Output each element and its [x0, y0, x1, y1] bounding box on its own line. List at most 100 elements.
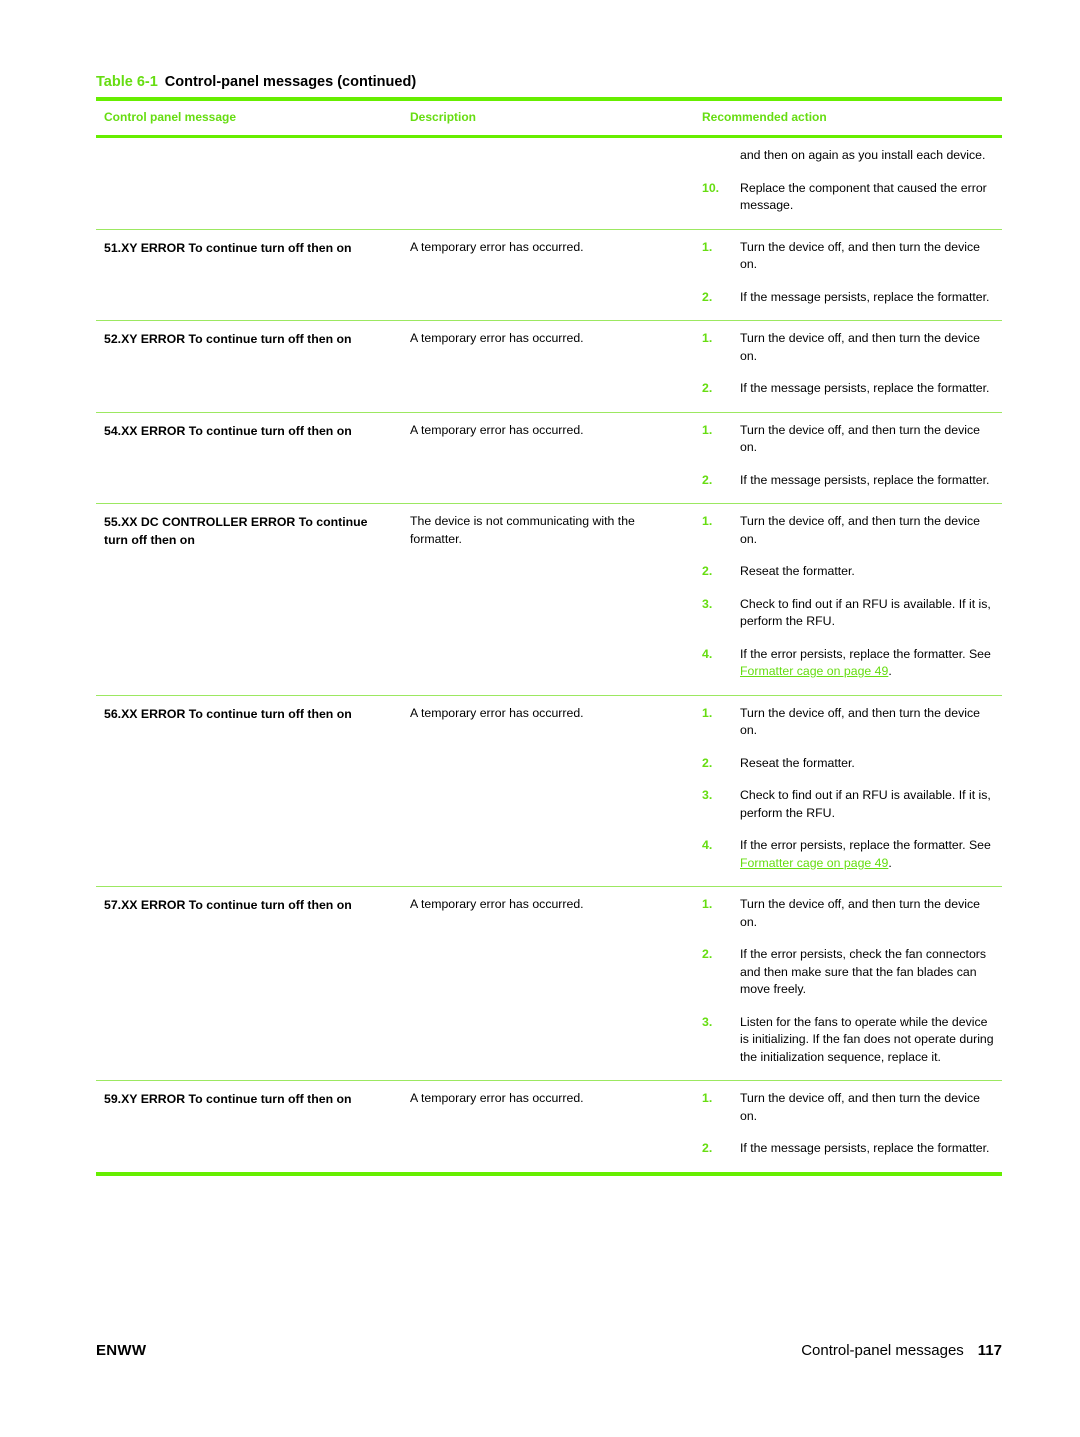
action-text: If the message persists, replace the for… [740, 472, 990, 487]
action-list-item: 2. If the message persists, replace the f… [702, 472, 994, 490]
action-list: 1. Turn the device off, and then turn the… [702, 705, 994, 873]
table-row: 56.XX ERROR To continue turn off then on… [96, 695, 1002, 887]
column-header-control-panel-message: Control panel message [96, 97, 402, 138]
action-list-item: 1. Turn the device off, and then turn the… [702, 422, 994, 457]
action-number: 2. [702, 472, 713, 487]
cell-recommended-action: 1. Turn the device off, and then turn the… [694, 503, 1002, 696]
action-list: 1. Turn the device off, and then turn the… [702, 1090, 994, 1158]
cell-recommended-action: 1. Turn the device off, and then turn the… [694, 412, 1002, 504]
table-row: 57.XX ERROR To continue turn off then on… [96, 886, 1002, 1081]
action-number: 2. [702, 564, 713, 578]
cell-description: A temporary error has occurred. [402, 229, 694, 321]
cell-control-panel-message: 52.XY ERROR To continue turn off then on [96, 320, 402, 413]
action-list-item: 3. Listen for the fans to operate while t… [702, 1014, 994, 1067]
action-text: Turn the device off, and then turn the d… [740, 514, 980, 546]
action-number: 4. [702, 646, 713, 661]
action-list-item: 4. If the error persists, replace the for… [702, 837, 994, 872]
action-text: Reseat the formatter. [740, 564, 855, 578]
action-text: If the message persists, replace the for… [740, 289, 990, 304]
cell-control-panel-message [96, 136, 402, 230]
action-text: Turn the device off, and then turn the d… [740, 897, 980, 929]
action-number: 3. [702, 788, 713, 802]
action-list: 1. Turn the device off, and then turn the… [702, 330, 994, 398]
cell-control-panel-message: 55.XX DC CONTROLLER ERROR To continue tu… [96, 503, 402, 696]
action-list-item: 1. Turn the device off, and then turn the… [702, 239, 994, 274]
cell-recommended-action: 1. Turn the device off, and then turn the… [694, 695, 1002, 887]
action-text: If the error persists, replace the forma… [740, 646, 991, 679]
action-list-item: 10. Replace the component that caused the… [702, 180, 994, 215]
action-text: If the message persists, replace the for… [740, 1141, 990, 1155]
action-text: If the error persists, replace the forma… [740, 838, 991, 870]
action-text: Turn the device off, and then turn the d… [740, 331, 980, 363]
table-row: 55.XX DC CONTROLLER ERROR To continue tu… [96, 503, 1002, 696]
cell-recommended-action: 1. Turn the device off, and then turn the… [694, 886, 1002, 1081]
cell-control-panel-message: 51.XY ERROR To continue turn off then on [96, 229, 402, 321]
table-header: Control panel message Description Recomm… [96, 97, 1002, 138]
cell-description: A temporary error has occurred. [402, 695, 694, 887]
table-row: 59.XY ERROR To continue turn off then on… [96, 1080, 1002, 1176]
cell-recommended-action: 1. Turn the device off, and then turn the… [694, 229, 1002, 321]
table-body: and then on again as you install each de… [96, 136, 1002, 1176]
action-list-item: 4. If the error persists, replace the for… [702, 646, 994, 681]
table-caption: Table 6-1 Control-panel messages (continu… [96, 72, 1002, 97]
cell-description: The device is not communicating with the… [402, 503, 694, 696]
action-text: Reseat the formatter. [740, 755, 855, 770]
cell-description: A temporary error has occurred. [402, 1080, 694, 1176]
action-text: Turn the device off, and then turn the d… [740, 1091, 980, 1123]
action-text: Check to find out if an RFU is available… [740, 596, 991, 629]
action-text: Listen for the fans to operate while the… [740, 1014, 994, 1064]
action-list: 1. Turn the device off, and then turn the… [702, 422, 994, 490]
cell-control-panel-message: 54.XX ERROR To continue turn off then on [96, 412, 402, 504]
cell-recommended-action: 1. Turn the device off, and then turn the… [694, 1080, 1002, 1176]
control-panel-messages-table: Control panel message Description Recomm… [96, 97, 1002, 1176]
action-number: 1. [702, 239, 713, 254]
action-list-item: 3. Check to find out if an RFU is availab… [702, 787, 994, 822]
action-text: Replace the component that caused the er… [740, 180, 987, 213]
action-list-item: 1. Turn the device off, and then turn the… [702, 513, 994, 548]
action-list-item: 2. Reseat the formatter. [702, 755, 994, 773]
table-caption-title: Control-panel messages (continued) [164, 74, 417, 90]
action-number: 1. [702, 705, 713, 720]
action-list-item: 2. Reseat the formatter. [702, 563, 994, 581]
cell-recommended-action: and then on again as you install each de… [694, 136, 1002, 230]
action-number: 1. [702, 422, 713, 437]
cross-reference-link[interactable]: Formatter cage on page 49 [740, 856, 888, 870]
action-text: If the message persists, replace the for… [740, 381, 990, 395]
action-list: 1. Turn the device off, and then turn the… [702, 513, 994, 681]
action-list-item: 1. Turn the device off, and then turn the… [702, 896, 994, 931]
action-number: 3. [702, 1014, 713, 1029]
cell-control-panel-message: 56.XX ERROR To continue turn off then on [96, 695, 402, 887]
cell-description: A temporary error has occurred. [402, 886, 694, 1081]
footer-section: Control-panel messages 117 [801, 1342, 1002, 1359]
action-list-item: 2. If the message persists, replace the f… [702, 1140, 994, 1158]
column-header-description: Description [402, 97, 694, 138]
cell-control-panel-message: 59.XY ERROR To continue turn off then on [96, 1080, 402, 1176]
action-number: 3. [702, 596, 713, 611]
action-list: 1. Turn the device off, and then turn the… [702, 239, 994, 307]
action-text: Turn the device off, and then turn the d… [740, 239, 980, 272]
action-text: Turn the device off, and then turn the d… [740, 705, 980, 738]
table-caption-label: Table 6-1 [96, 74, 158, 90]
cell-recommended-action: 1. Turn the device off, and then turn the… [694, 320, 1002, 413]
cell-description: A temporary error has occurred. [402, 412, 694, 504]
action-list-item: 2. If the message persists, replace the f… [702, 380, 994, 398]
cell-description: A temporary error has occurred. [402, 320, 694, 413]
action-list-item: 3. Check to find out if an RFU is availab… [702, 596, 994, 631]
table-row: 54.XX ERROR To continue turn off then on… [96, 412, 1002, 504]
table-row: and then on again as you install each de… [96, 136, 1002, 230]
action-number: 2. [702, 289, 713, 304]
action-number: 2. [702, 947, 713, 961]
action-number: 1. [702, 1091, 713, 1105]
footer-page-number: 117 [977, 1342, 1002, 1359]
cross-reference-link[interactable]: Formatter cage on page 49 [740, 664, 888, 678]
action-continuation-text: and then on again as you install each de… [740, 148, 986, 162]
action-number: 2. [702, 755, 713, 770]
action-text: Turn the device off, and then turn the d… [740, 422, 980, 455]
action-list-item: 1. Turn the device off, and then turn the… [702, 330, 994, 365]
action-list-item: 1. Turn the device off, and then turn the… [702, 1090, 994, 1125]
action-number: 2. [702, 381, 713, 395]
action-number: 4. [702, 838, 713, 852]
footer-enww-label: ENWW [96, 1342, 147, 1359]
table-header-row: Control panel message Description Recomm… [96, 97, 1002, 138]
action-text: Check to find out if an RFU is available… [740, 788, 991, 820]
